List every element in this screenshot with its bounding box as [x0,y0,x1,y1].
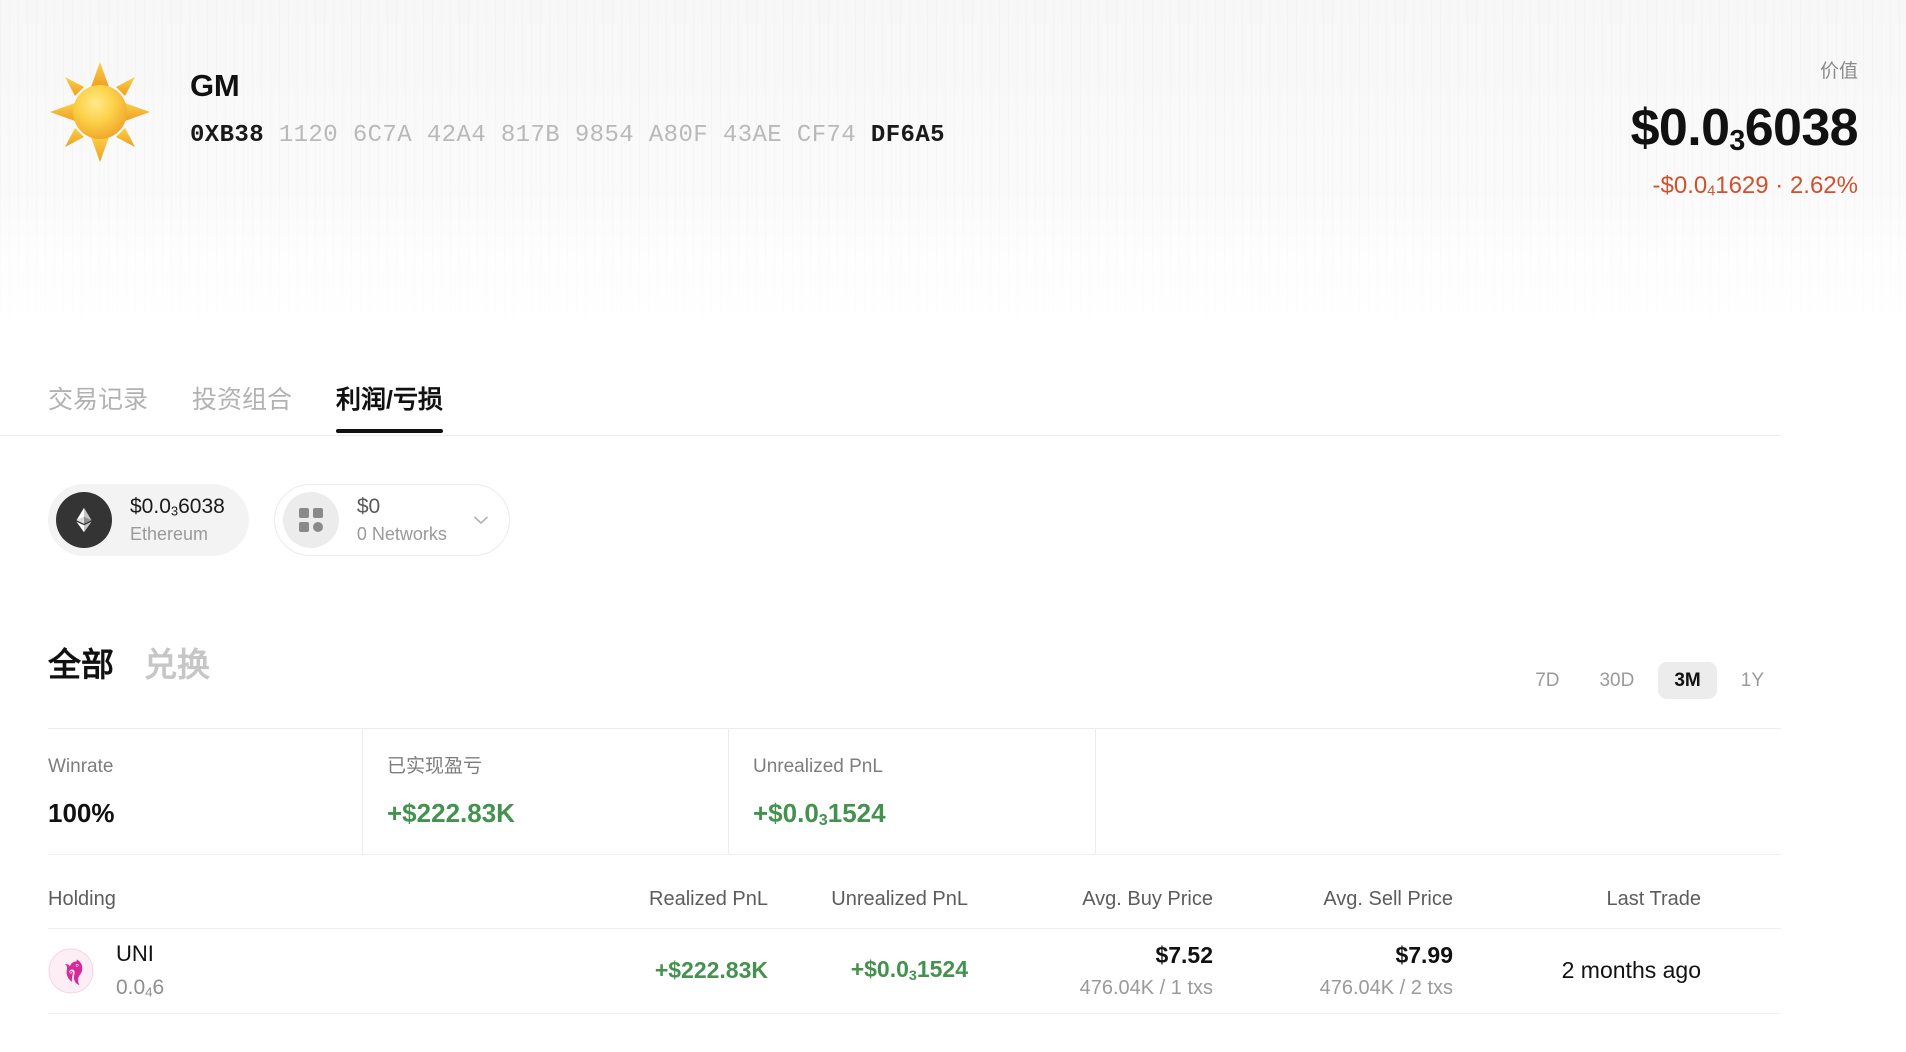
address-middle: 1120 6C7A 42A4 817B 9854 A80F 43AE CF74 [264,122,871,149]
stat-winrate-label: Winrate [48,757,338,776]
col-header-realized-pnl: Realized PnL [528,889,768,909]
value-label: 价值 [1631,62,1858,81]
col-header-holding: Holding [48,889,528,909]
stat-upnl-zeros: 3 [819,811,828,829]
col-header-avg-sell-price: Avg. Sell Price [1213,889,1453,909]
value-change-post: 1629 · 2.62% [1715,172,1858,199]
cell-avg-sell-price: $7.99 476.04K / 2 txs [1213,943,1453,999]
token-symbol: UNI [116,942,164,966]
token-amount-pre: 0.0 [116,976,145,999]
col-header-last-trade: Last Trade [1453,889,1701,909]
holdings-table: Holding Realized PnL Unrealized PnL Avg.… [48,870,1781,1014]
address-suffix: DF6A5 [871,122,945,149]
table-row[interactable]: UNI 0.046 +$222.83K +$0.031524 $7.52 476… [48,928,1781,1014]
chevron-down-icon[interactable] [471,510,491,530]
stat-upnl-pre: +$0.0 [753,798,819,828]
grid-icon [283,492,339,548]
network-chip-other-value: $0 [357,495,447,519]
eth-value-post: 6038 [178,495,225,518]
stat-empty [1095,729,1781,854]
tab-pnl[interactable]: 利润/亏损 [336,388,443,433]
stats-summary: Winrate 100% 已实现盈亏 +$222.83K Unrealized … [48,728,1781,855]
range-1y[interactable]: 1Y [1725,662,1780,699]
stat-winrate-value-text: 100% [48,798,115,828]
stat-realized-pnl-value: +$222.83K [387,800,704,826]
unrealized-pnl-zeros: 3 [909,968,917,984]
stat-winrate: Winrate 100% [48,729,362,854]
identity-text: GM 0XB38 1120 6C7A 42A4 817B 9854 A80F 4… [190,60,945,149]
network-chip-ethereum-text: $0.036038 Ethereum [130,495,225,545]
value-amount: $0.036038 [1631,102,1858,156]
other-value-pre: $0 [357,495,380,518]
col-header-unrealized-pnl: Unrealized PnL [768,889,968,909]
table-header-row: Holding Realized PnL Unrealized PnL Avg.… [48,870,1781,928]
cell-avg-buy-price: $7.52 476.04K / 1 txs [968,943,1213,999]
range-30d[interactable]: 30D [1583,662,1650,699]
stat-realized-pnl-value-text: +$222.83K [387,798,515,828]
network-chip-ethereum-value: $0.036038 [130,495,225,519]
token-amount-post: 6 [152,976,164,999]
network-chip-list: $0.036038 Ethereum $0 0 Networks [48,484,510,556]
stat-upnl-post: 1524 [828,798,886,828]
range-7d[interactable]: 7D [1519,662,1575,699]
profile-page: GM 0XB38 1120 6C7A 42A4 817B 9854 A80F 4… [0,0,1906,1052]
pnl-filter-group: 全部 兑换 [48,648,210,681]
sun-icon [48,60,152,164]
stat-winrate-value: 100% [48,800,338,826]
range-3m[interactable]: 3M [1658,662,1716,699]
tab-portfolio[interactable]: 投资组合 [192,388,292,433]
value-change-pre: -$0.0 [1653,172,1708,199]
page-title: GM [190,70,945,101]
filter-swaps[interactable]: 兑换 [144,648,210,681]
value-change: -$0.041629 · 2.62% [1631,174,1858,199]
stat-unrealized-pnl-label: Unrealized PnL [753,757,1071,776]
time-range-group: 7D 30D 3M 1Y [1519,662,1780,699]
unrealized-pnl-post: 1524 [917,956,968,982]
uni-token-icon [48,948,94,994]
avg-buy-price-value: $7.52 [968,943,1213,968]
filter-all[interactable]: 全部 [48,648,114,681]
col-header-avg-buy-price: Avg. Buy Price [968,889,1213,909]
wallet-address[interactable]: 0XB38 1120 6C7A 42A4 817B 9854 A80F 43AE… [190,122,945,149]
network-chip-ethereum[interactable]: $0.036038 Ethereum [48,484,249,556]
last-trade-value: 2 months ago [1453,958,1701,983]
identity-block: GM 0XB38 1120 6C7A 42A4 817B 9854 A80F 4… [48,60,945,164]
stat-realized-pnl-label: 已实现盈亏 [387,757,704,776]
network-chip-other-name: 0 Networks [357,524,447,545]
network-chip-other[interactable]: $0 0 Networks [274,484,510,556]
value-amount-post: 6038 [1745,99,1858,157]
stat-realized-pnl: 已实现盈亏 +$222.83K [362,729,728,854]
tab-transactions[interactable]: 交易记录 [48,388,148,433]
stat-unrealized-pnl: Unrealized PnL +$0.031524 [728,729,1095,854]
portfolio-value-block: 价值 $0.036038 -$0.041629 · 2.62% [1631,62,1858,198]
stat-unrealized-pnl-value: +$0.031524 [753,800,1071,828]
cell-holding: UNI 0.046 [48,942,528,999]
value-amount-zeros: 3 [1729,125,1744,157]
eth-value-pre: $0.0 [130,495,171,518]
value-amount-pre: $0.0 [1631,99,1730,157]
avg-buy-price-detail: 476.04K / 1 txs [968,977,1213,999]
cell-last-trade: 2 months ago [1453,958,1701,983]
token-amount: 0.046 [116,976,164,1000]
avg-sell-price-detail: 476.04K / 2 txs [1213,977,1453,999]
address-prefix: 0XB38 [190,122,264,149]
ethereum-icon [56,492,112,548]
avg-sell-price-value: $7.99 [1213,943,1453,968]
realized-pnl-value: +$222.83K [528,958,768,983]
unrealized-pnl-pre: +$0.0 [851,956,909,982]
unrealized-pnl-value: +$0.031524 [768,957,968,985]
tabs-divider [0,435,1781,436]
cell-realized-pnl: +$222.83K [528,958,768,983]
cell-unrealized-pnl: +$0.031524 [768,957,968,985]
network-chip-other-text: $0 0 Networks [357,495,447,545]
network-chip-ethereum-name: Ethereum [130,524,225,545]
realized-pnl-text: +$222.83K [655,957,768,983]
tab-bar: 交易记录 投资组合 利润/亏损 [48,388,443,433]
holding-text: UNI 0.046 [116,942,164,999]
